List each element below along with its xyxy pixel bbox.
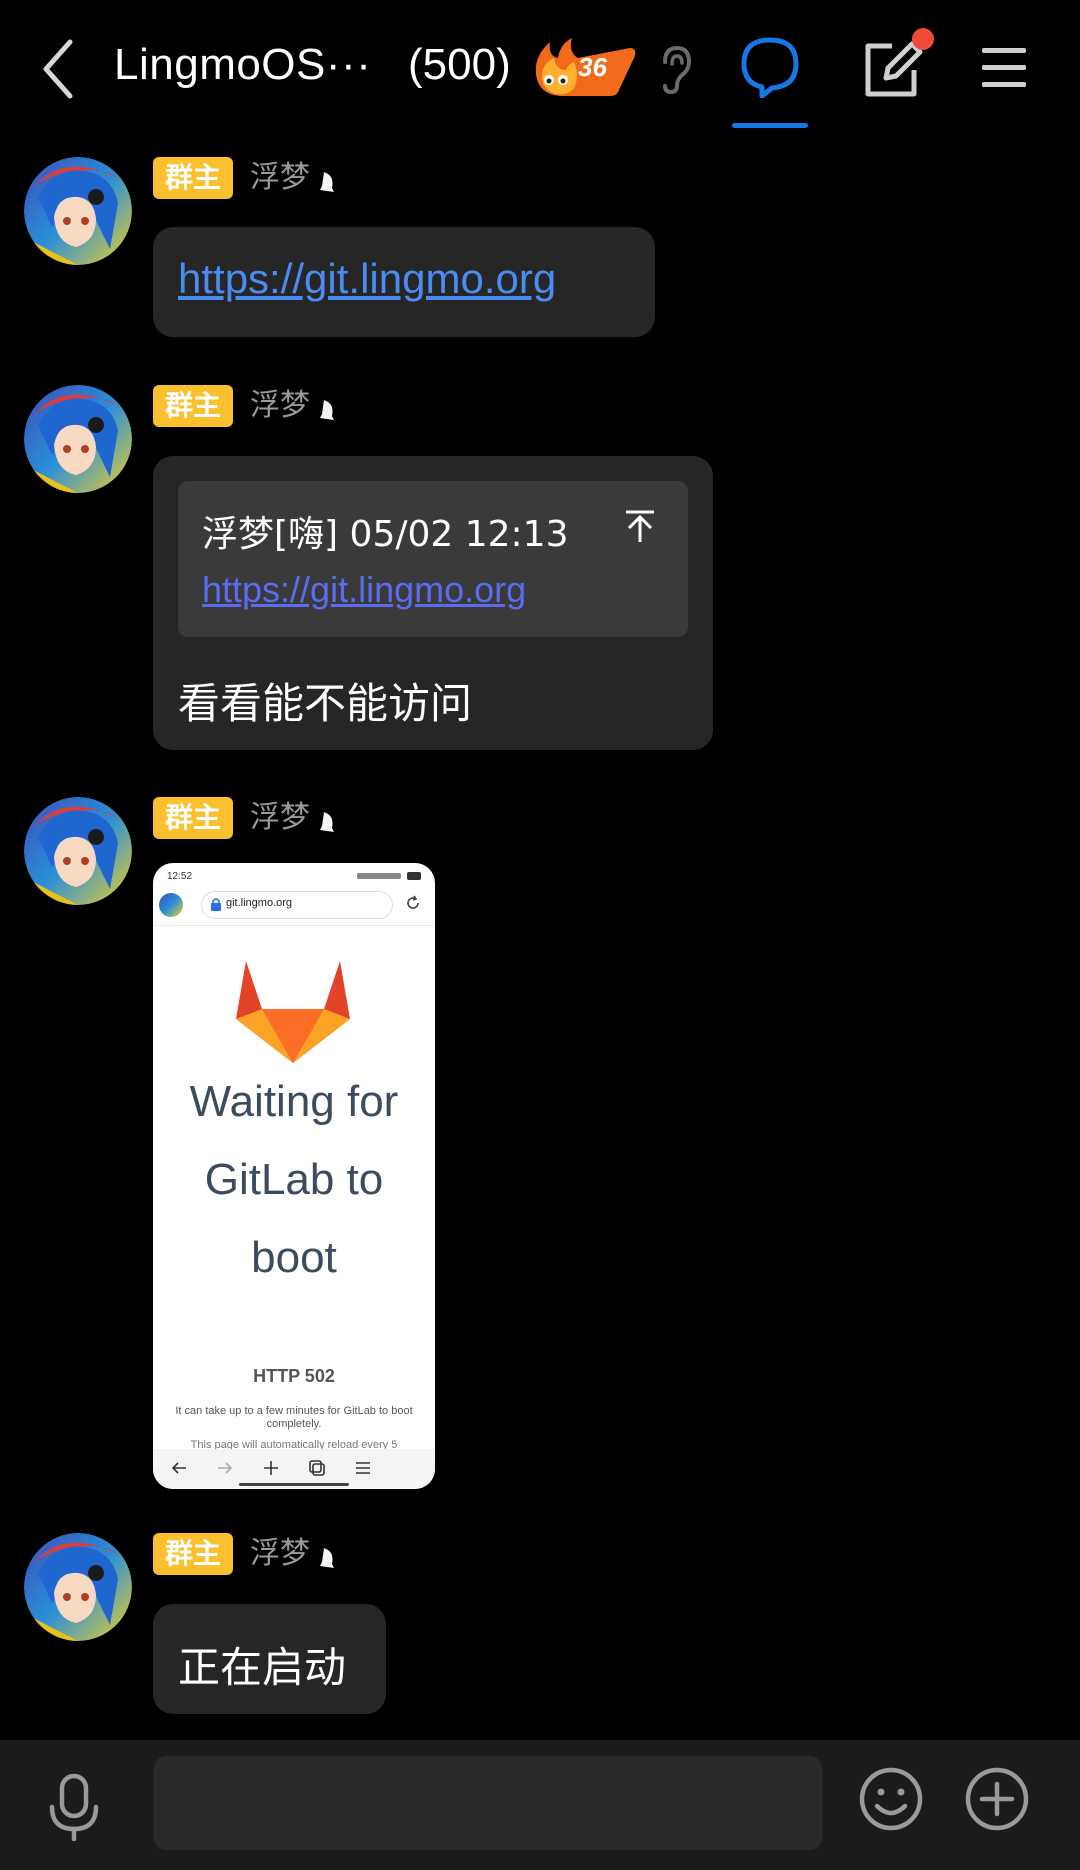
avatar[interactable] [24,157,132,265]
notification-dot [912,28,934,50]
waiting-heading: Waiting for GitLab to boot [189,1077,399,1282]
edit-icon[interactable] [862,40,924,98]
status-icons [351,872,421,880]
plus-icon[interactable] [964,1766,1030,1832]
hat-icon [320,400,334,420]
browser-nav-bar [153,1449,435,1489]
message-bubble[interactable]: https://git.lingmo.org [153,227,655,337]
menu-icon [356,1462,370,1474]
quote-header: 浮梦[嗨] 05/02 12:13 [202,514,569,555]
owner-badge: 群主 [153,1533,234,1575]
member-count[interactable]: (500) [408,40,511,90]
ear-icon[interactable] [657,44,693,94]
tabs-icon [309,1460,325,1476]
http-status: HTTP 502 [253,1366,335,1386]
hat-icon [320,172,334,192]
quoted-message[interactable]: 浮梦[嗨] 05/02 12:13 https://git.lingmo.org [178,481,688,637]
shot-status-time: 12:52 [167,871,193,882]
owner-badge: 群主 [153,797,234,839]
avatar [159,893,183,917]
fire-level: 36 [578,52,607,82]
message-bubble[interactable]: 正在启动 [153,1604,386,1714]
hat-icon [320,1548,334,1568]
avatar[interactable] [24,797,132,905]
jump-to-original-icon[interactable] [624,509,656,543]
sender-name[interactable]: 浮梦 [250,157,310,199]
forward-arrow-icon [218,1462,233,1474]
active-tab-indicator [732,123,808,128]
new-tab-icon [264,1461,278,1475]
chat-bubble-icon[interactable] [740,36,800,98]
owner-badge: 群主 [153,385,234,427]
quote-link[interactable]: https://git.lingmo.org [202,569,526,611]
reload-icon [407,895,419,909]
gitlab-logo [236,961,350,1063]
sender-name[interactable]: 浮梦 [250,385,310,427]
boot-description: It can take up to a few minutes for GitL… [175,1405,413,1430]
message-bubble[interactable]: 浮梦[嗨] 05/02 12:13 https://git.lingmo.org… [153,456,713,750]
input-bar [0,1740,1080,1870]
owner-badge: 群主 [153,157,234,199]
url-text: git.lingmo.org [226,897,293,909]
menu-icon[interactable] [980,46,1028,90]
image-message[interactable]: 12:52 git.lingmo.org Waiting for GitLab … [153,863,435,1489]
message-text: 看看能不能访问 [178,679,473,728]
message-link[interactable]: https://git.lingmo.org [178,255,556,303]
avatar[interactable] [24,1533,132,1641]
back-arrow-icon[interactable] [36,34,84,104]
sender-name[interactable]: 浮梦 [250,1533,310,1575]
mic-icon[interactable] [44,1773,104,1841]
emoji-icon[interactable] [858,1766,924,1832]
sender-name[interactable]: 浮梦 [250,797,310,839]
message-input[interactable] [154,1756,822,1850]
message-text: 正在启动 [178,1643,347,1692]
back-arrow-icon [171,1462,186,1474]
lock-icon [211,898,221,911]
hat-icon [320,812,334,832]
group-title[interactable]: LingmoOS··· [114,40,371,90]
chat-header: LingmoOS··· (500) 36 [0,0,1080,135]
avatar[interactable] [24,385,132,493]
url-bar: git.lingmo.org [201,891,393,919]
